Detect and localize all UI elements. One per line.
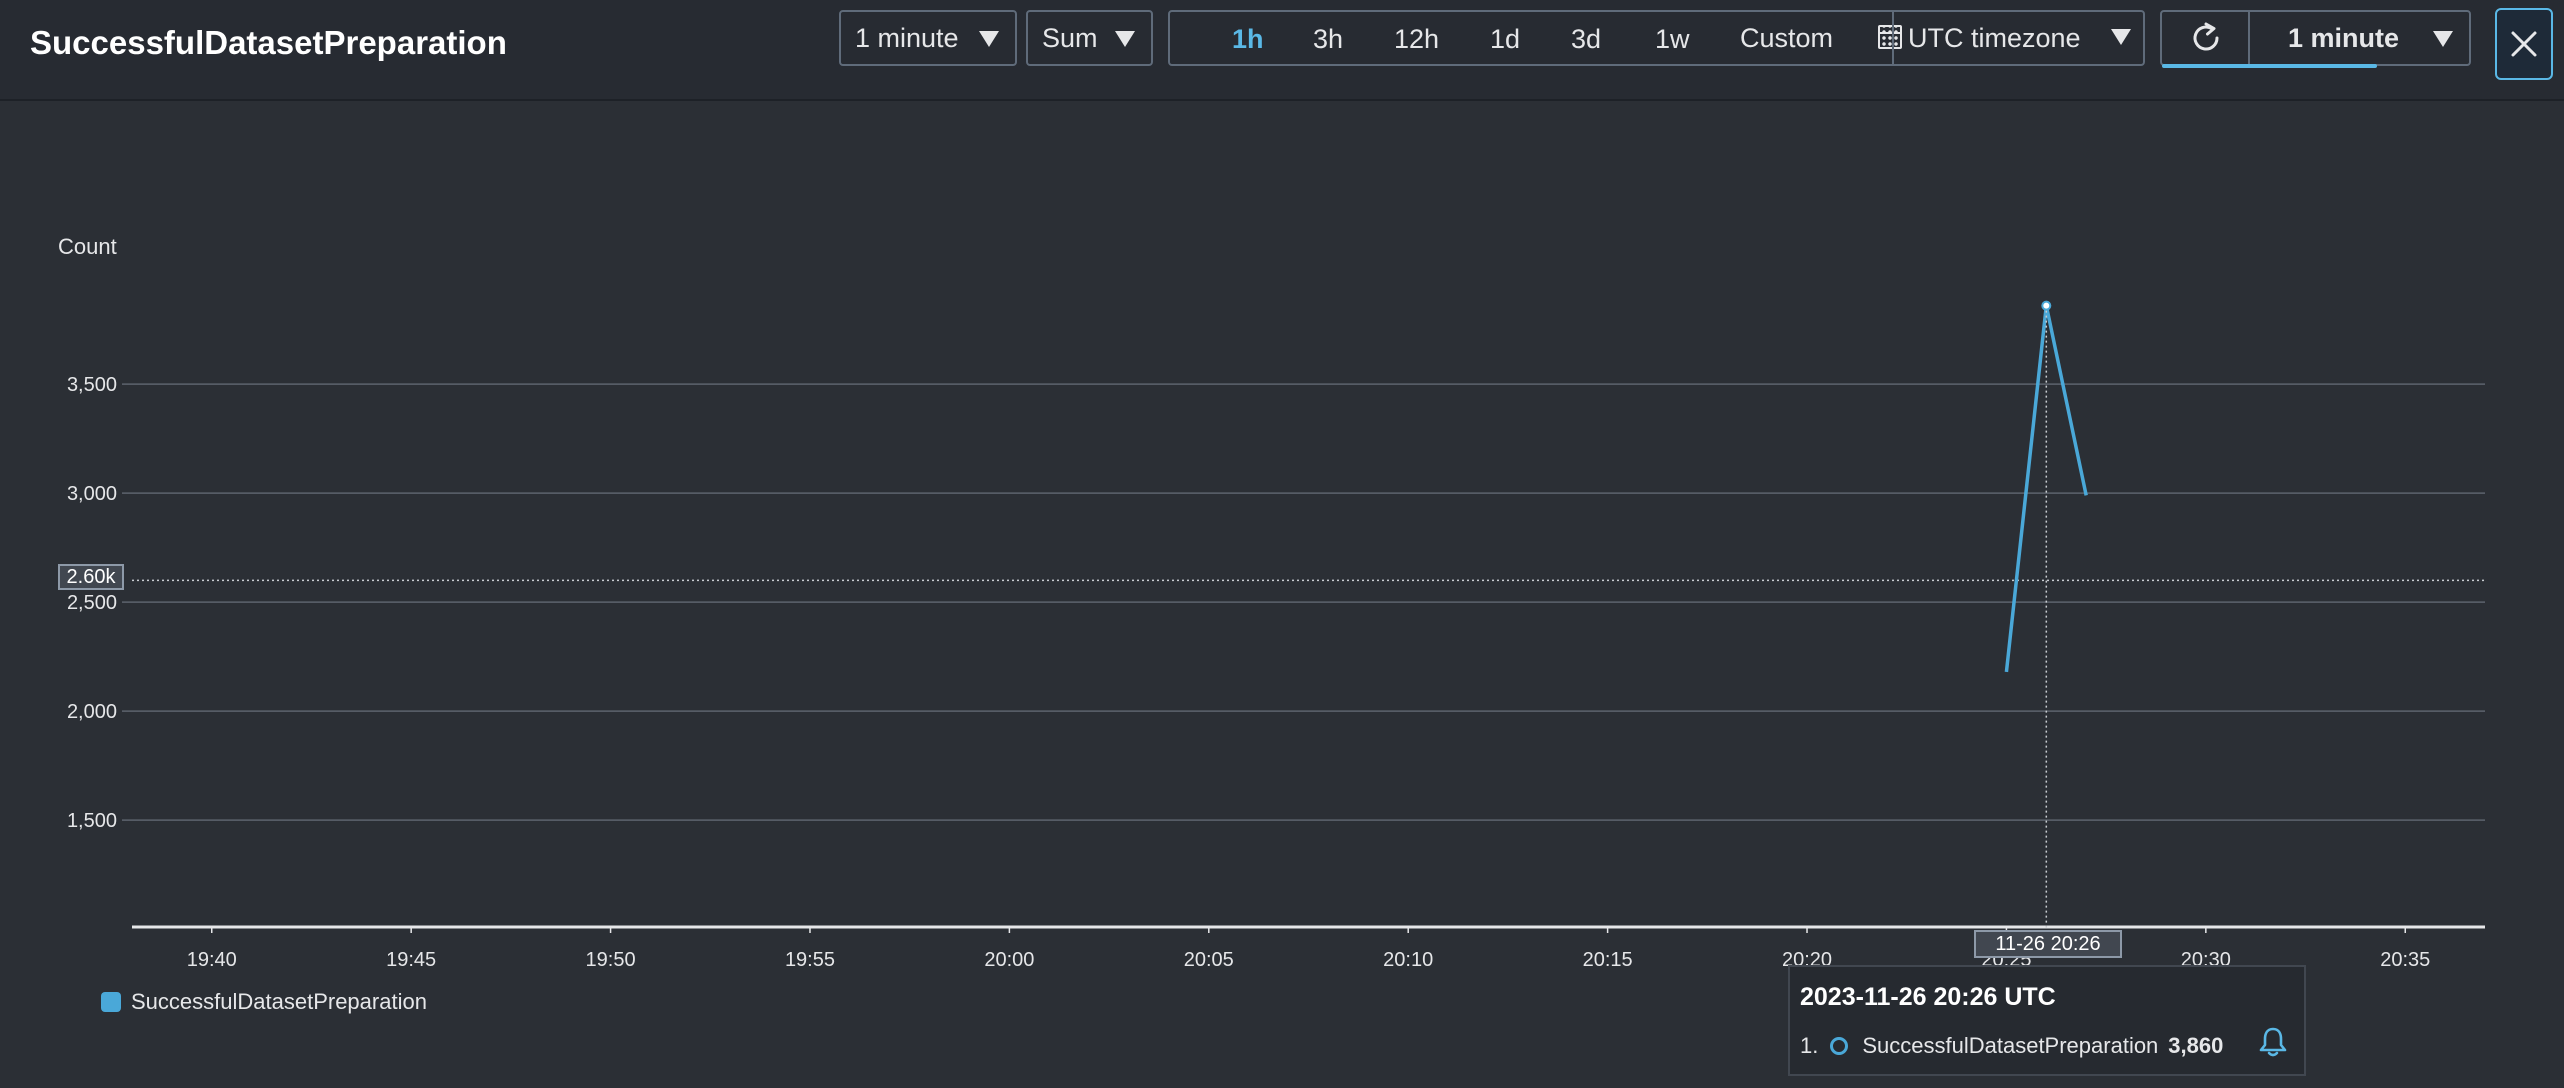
y-tick-label: 1,500 [67,810,117,832]
y-tick-label: 2,000 [67,701,117,723]
x-tick-label: 20:00 [984,949,1034,971]
x-tick-label: 19:55 [785,949,835,971]
crosshair-y-value: 2.60k [58,564,124,590]
hovered-data-point [2041,300,2052,311]
tooltip-value: 3,860 [2168,1033,2224,1058]
x-tick-label: 20:15 [1583,949,1633,971]
tooltip-series-name: SuccessfulDatasetPreparation [1862,1033,2159,1058]
x-tick-label: 20:05 [1184,949,1234,971]
series-circle-icon [1830,1037,1849,1055]
y-tick-label: 2,500 [67,592,117,614]
hover-tooltip: 2023-11-26 20:26 UTC 1. SuccessfulDatase… [1788,965,2306,1076]
create-alarm-button[interactable] [2256,1025,2290,1065]
x-tick-label: 20:10 [1383,949,1433,971]
legend-swatch [101,992,121,1012]
crosshair-x-value: 11-26 20:26 [1974,930,2122,958]
tooltip-title: 2023-11-26 20:26 UTC [1800,983,2056,1011]
x-tick-label: 19:45 [386,949,436,971]
tooltip-row: 1. SuccessfulDatasetPreparation 3,860 [1800,1027,2300,1059]
legend-label: SuccessfulDatasetPreparation [131,989,427,1014]
x-tick-label: 19:40 [187,949,237,971]
line-chart[interactable]: 1,500 2,000 2,500 3,000 3,500 19:40 19:45 19:50… [0,0,2564,1088]
tooltip-index: 1. [1800,1033,1819,1058]
y-tick-label: 3,500 [67,374,117,396]
y-tick-label: 3,000 [67,483,117,505]
bell-icon [2259,1027,2287,1057]
chart-legend[interactable]: SuccessfulDatasetPreparation [101,989,427,1015]
x-tick-label: 19:50 [586,949,636,971]
x-tick-label: 20:35 [2380,949,2430,971]
